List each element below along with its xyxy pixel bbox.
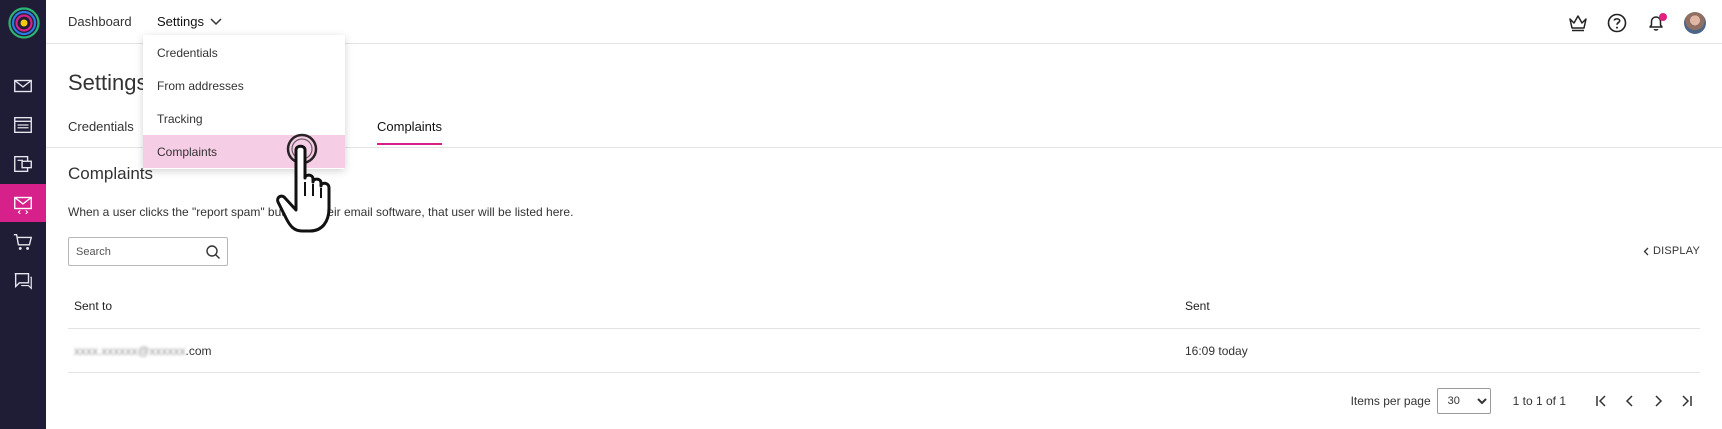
chat-icon xyxy=(14,272,32,290)
nav-settings-menu[interactable]: Settings xyxy=(157,14,222,29)
crown-icon xyxy=(1569,15,1587,32)
items-per-page-label: Items per page xyxy=(1350,394,1431,408)
upgrade-crown-button[interactable] xyxy=(1565,10,1591,36)
page-range: 1 to 1 of 1 xyxy=(1512,394,1566,408)
page-title: Settings xyxy=(68,70,148,95)
menu-item-credentials[interactable]: Credentials xyxy=(143,36,345,69)
chevron-right-icon xyxy=(1655,395,1663,407)
menu-item-from-addresses[interactable]: From addresses xyxy=(143,69,345,102)
chevron-left-icon xyxy=(1643,247,1649,255)
tab-complaints[interactable]: Complaints xyxy=(377,119,443,145)
form-icon xyxy=(14,155,32,173)
cell-sent: 16:09 today xyxy=(1185,344,1248,358)
items-per-page-select[interactable]: 30 xyxy=(1436,388,1491,414)
sidebar-item-newsletters[interactable] xyxy=(0,106,46,144)
search-icon[interactable] xyxy=(205,244,221,260)
first-page-icon xyxy=(1596,395,1606,407)
sidebar-item-messages[interactable] xyxy=(0,67,46,105)
notifications-button[interactable] xyxy=(1643,10,1669,36)
table-header: Sent to Sent xyxy=(68,285,1700,329)
table-row[interactable]: xxxx.xxxxxx@xxxxxx.com 16:09 today xyxy=(68,329,1700,373)
envelope-icon xyxy=(14,79,32,93)
previous-page-button[interactable] xyxy=(1616,388,1644,414)
search-input[interactable] xyxy=(69,245,197,258)
sidebar-item-chat[interactable] xyxy=(0,262,46,300)
sidebar xyxy=(0,0,46,429)
next-page-button[interactable] xyxy=(1644,388,1672,414)
complaints-table: Sent to Sent xxxx.xxxxxx@xxxxxx.com 16:0… xyxy=(68,285,1700,373)
column-header-sent-to[interactable]: Sent to xyxy=(74,299,112,313)
top-icon-group xyxy=(1565,10,1708,36)
section-title: Complaints xyxy=(68,164,154,183)
help-button[interactable] xyxy=(1604,10,1630,36)
cell-sent-to: xxxx.xxxxxx@xxxxxx.com xyxy=(74,344,212,358)
search-box xyxy=(68,237,228,266)
pagination: Items per page 30 1 to 1 of 1 xyxy=(1351,388,1700,414)
chevron-down-icon xyxy=(210,17,222,25)
last-page-icon xyxy=(1682,395,1692,407)
hand-pointer-cursor-icon xyxy=(276,133,331,233)
nav-settings-label: Settings xyxy=(157,14,204,29)
user-avatar-button[interactable] xyxy=(1682,10,1708,36)
redacted-email: xxxx.xxxxxx@xxxxxx xyxy=(74,344,186,358)
column-header-sent[interactable]: Sent xyxy=(1185,299,1210,313)
email-domain-suffix: .com xyxy=(185,344,212,358)
app-window: Dashboard Settings Settings Credentials … xyxy=(0,0,1722,429)
help-icon xyxy=(1607,13,1627,33)
cart-icon xyxy=(13,233,33,250)
envelope-code-icon xyxy=(14,196,32,214)
sidebar-item-transactional[interactable] xyxy=(0,184,46,222)
avatar xyxy=(1684,12,1706,34)
notification-badge xyxy=(1659,13,1667,21)
display-toggle-button[interactable]: DISPLAY xyxy=(1643,245,1700,257)
sidebar-item-ecommerce[interactable] xyxy=(0,223,46,261)
display-label: DISPLAY xyxy=(1652,245,1700,257)
chevron-left-icon xyxy=(1625,395,1633,407)
last-page-button[interactable] xyxy=(1672,388,1700,414)
tab-credentials[interactable]: Credentials xyxy=(68,119,134,143)
nav-dashboard-link[interactable]: Dashboard xyxy=(68,14,132,29)
app-logo[interactable] xyxy=(8,7,40,39)
document-icon xyxy=(14,116,32,134)
sidebar-item-forms[interactable] xyxy=(0,145,46,183)
first-page-button[interactable] xyxy=(1588,388,1616,414)
